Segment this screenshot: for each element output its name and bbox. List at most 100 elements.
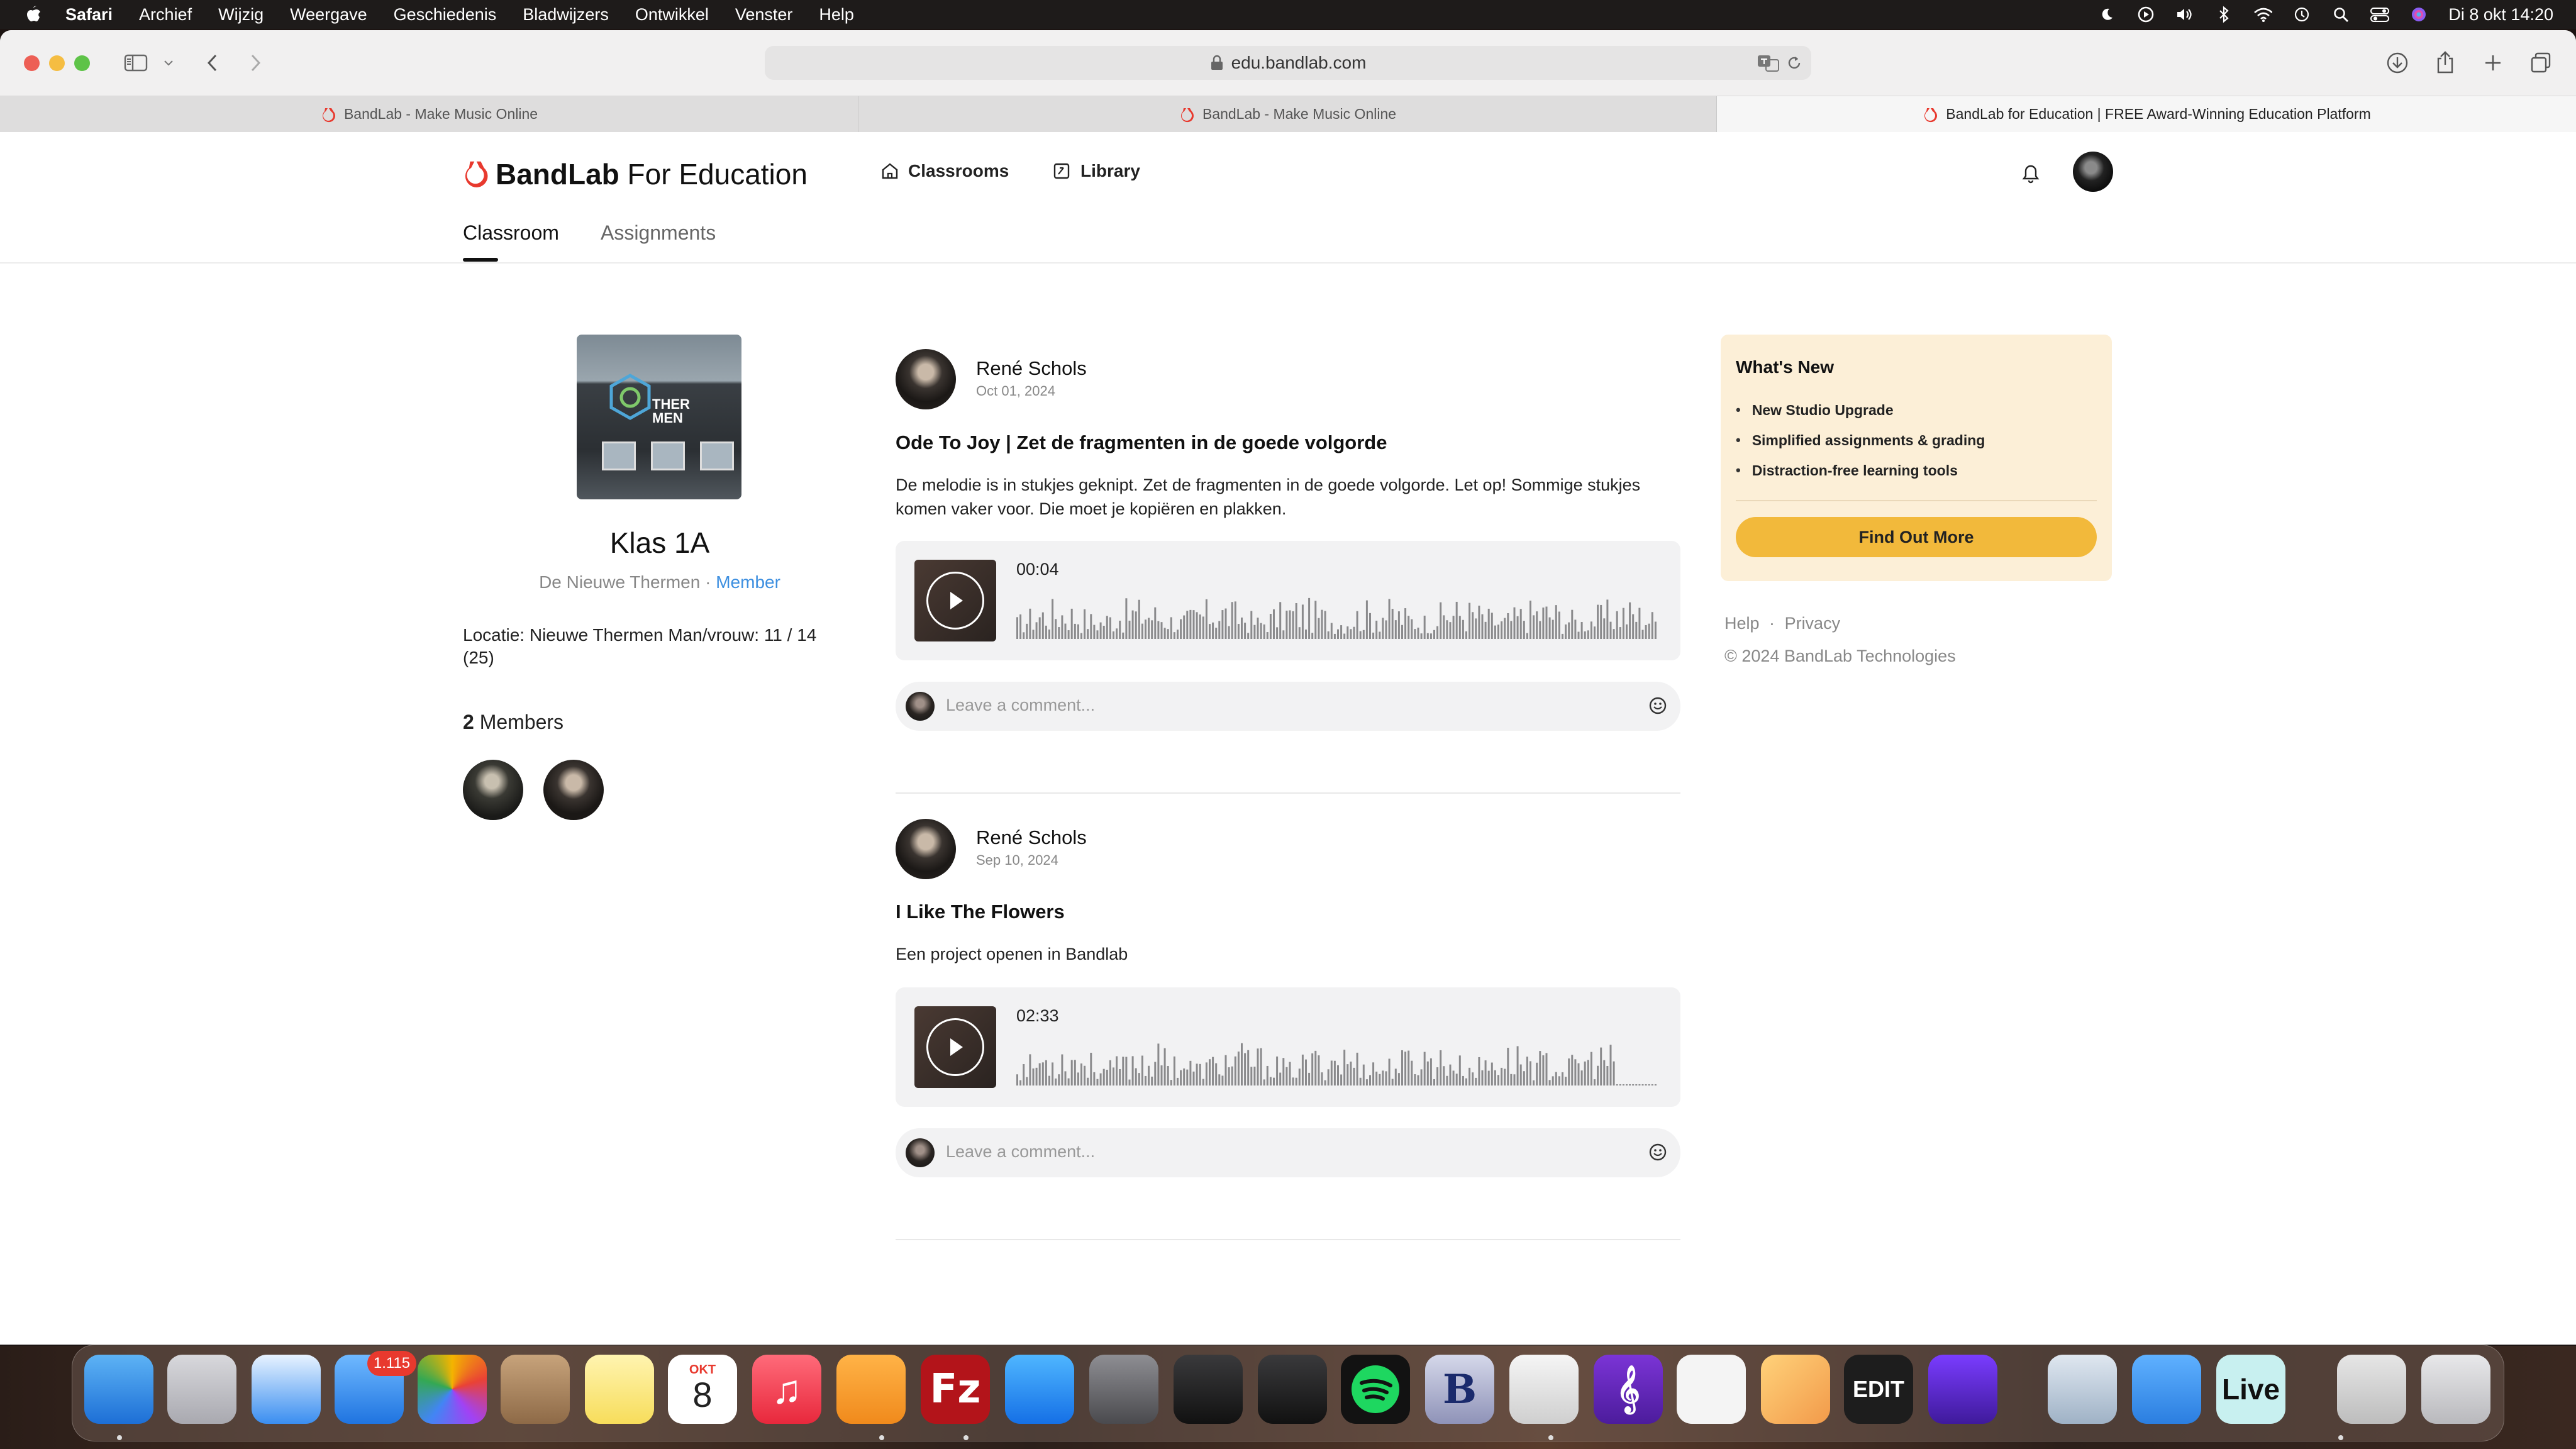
back-icon[interactable]: [200, 52, 225, 74]
menu-archief[interactable]: Archief: [139, 5, 192, 25]
preview-icon[interactable]: [2048, 1355, 2117, 1424]
minimize-window-button[interactable]: [49, 55, 65, 71]
tab-bandlab-education[interactable]: BandLab for Education | FREE Award-Winni…: [1717, 96, 2576, 132]
reload-icon[interactable]: [1786, 55, 1802, 75]
bbedit-icon[interactable]: B: [1425, 1355, 1494, 1424]
filezilla-icon[interactable]: Fz: [921, 1355, 990, 1424]
comment-input[interactable]: Leave a comment...: [896, 1128, 1680, 1177]
menu-help[interactable]: Help: [819, 5, 854, 25]
menu-geschiedenis[interactable]: Geschiedenis: [394, 5, 497, 25]
system-settings-icon[interactable]: [1089, 1355, 1158, 1424]
apple-menu-icon[interactable]: [24, 5, 43, 24]
textedit-icon[interactable]: [1509, 1355, 1579, 1424]
waveform-bar: [1113, 631, 1114, 639]
siri-icon[interactable]: [2409, 5, 2428, 24]
logic-pro-icon[interactable]: [1258, 1355, 1327, 1424]
waveform-bar: [1186, 1069, 1189, 1085]
share-icon[interactable]: [2433, 49, 2458, 75]
time-machine-icon[interactable]: [2292, 5, 2311, 24]
zoom-window-button[interactable]: [74, 55, 90, 71]
safari-icon[interactable]: [252, 1355, 321, 1424]
address-bar[interactable]: edu.bandlab.com: [765, 46, 1811, 80]
post-author-avatar[interactable]: [896, 819, 956, 879]
menubar-clock[interactable]: Di 8 okt 14:20: [2448, 5, 2553, 25]
trash-icon[interactable]: [2421, 1355, 2490, 1424]
nav-classrooms[interactable]: Classrooms: [880, 161, 1009, 181]
new-tab-icon[interactable]: [2480, 50, 2506, 75]
sidebar-toggle-icon[interactable]: [123, 52, 148, 74]
find-out-more-button[interactable]: Find Out More: [1736, 517, 2097, 557]
focus-moon-icon[interactable]: [2097, 5, 2116, 24]
notes-icon[interactable]: [585, 1355, 654, 1424]
post-title[interactable]: I Like The Flowers: [896, 901, 1065, 923]
play-button[interactable]: [926, 572, 984, 630]
app-helper-icon[interactable]: [1761, 1355, 1830, 1424]
pages-icon[interactable]: [836, 1355, 906, 1424]
emoji-icon[interactable]: [1648, 696, 1668, 719]
member-avatar[interactable]: [463, 760, 523, 820]
help-link[interactable]: Help: [1724, 614, 1760, 633]
tab-classroom[interactable]: Classroom: [463, 221, 559, 245]
app-store-icon[interactable]: [1005, 1355, 1074, 1424]
web-page: BandLab For Education Classrooms Library…: [0, 132, 2576, 1345]
photos-icon[interactable]: [418, 1355, 487, 1424]
tab-assignments[interactable]: Assignments: [601, 221, 716, 245]
waveform[interactable]: [1016, 1036, 1658, 1087]
comment-input[interactable]: Leave a comment...: [896, 682, 1680, 731]
waveform-bar: [1298, 1069, 1301, 1085]
menu-bladwijzers[interactable]: Bladwijzers: [523, 5, 609, 25]
member-avatar[interactable]: [543, 760, 604, 820]
spotify-icon[interactable]: [1341, 1355, 1410, 1424]
guitar-pro-icon[interactable]: [2132, 1355, 2201, 1424]
wifi-icon[interactable]: [2253, 5, 2273, 24]
post-author[interactable]: René Schols: [976, 357, 1087, 380]
post-author-avatar[interactable]: [896, 349, 956, 409]
waveform[interactable]: [1016, 590, 1658, 640]
menu-venster[interactable]: Venster: [735, 5, 793, 25]
volume-icon[interactable]: [2175, 5, 2194, 24]
privacy-link[interactable]: Privacy: [1785, 614, 1841, 633]
tab-bandlab-2[interactable]: BandLab - Make Music Online: [858, 96, 1717, 132]
now-playing-icon[interactable]: [2136, 5, 2155, 24]
musescore-icon[interactable]: 𝄞: [1594, 1355, 1663, 1424]
control-center-icon[interactable]: [2370, 5, 2390, 24]
notifications-bell-icon[interactable]: [2021, 164, 2040, 188]
downloads-icon[interactable]: [2385, 50, 2410, 75]
tab-overview-icon[interactable]: [2528, 50, 2553, 75]
bluetooth-icon[interactable]: [2214, 5, 2233, 24]
post-title[interactable]: Ode To Joy | Zet de fragmenten in de goe…: [896, 431, 1387, 454]
translate-icon[interactable]: [1757, 53, 1780, 77]
waveform-bar: [1651, 612, 1653, 639]
final-cut-icon[interactable]: [1174, 1355, 1243, 1424]
ableton-live-icon[interactable]: Live: [2216, 1355, 2285, 1424]
waveform-bar: [1029, 608, 1031, 639]
wavelab-icon[interactable]: [1677, 1355, 1746, 1424]
music-icon[interactable]: ♫: [752, 1355, 821, 1424]
launchpad-icon[interactable]: [167, 1355, 236, 1424]
calendar-icon[interactable]: OKT 8: [668, 1355, 737, 1424]
menu-safari[interactable]: Safari: [65, 5, 113, 25]
brand-main: BandLab: [496, 158, 619, 191]
user-avatar[interactable]: [2073, 152, 2113, 192]
play-button[interactable]: [926, 1018, 984, 1076]
music-folder-icon[interactable]: [2337, 1355, 2406, 1424]
affinity-icon[interactable]: [1928, 1355, 1997, 1424]
bandlab-education-logo[interactable]: BandLab For Education: [462, 157, 808, 191]
tab-bandlab-1[interactable]: BandLab - Make Music Online: [0, 96, 858, 132]
post-author[interactable]: René Schols: [976, 826, 1087, 849]
waveform-bar: [1558, 1076, 1560, 1085]
chevron-down-icon[interactable]: [162, 55, 175, 70]
contacts-icon[interactable]: [501, 1355, 570, 1424]
spotlight-search-icon[interactable]: [2331, 5, 2350, 24]
emoji-icon[interactable]: [1648, 1142, 1668, 1165]
x32-edit-icon[interactable]: EDIT: [1844, 1355, 1913, 1424]
nav-library[interactable]: Library: [1053, 161, 1140, 181]
close-window-button[interactable]: [24, 55, 40, 71]
waveform-bar: [1545, 606, 1548, 639]
menu-wijzig[interactable]: Wijzig: [218, 5, 264, 25]
menu-ontwikkel[interactable]: Ontwikkel: [635, 5, 709, 25]
menu-weergave[interactable]: Weergave: [290, 5, 367, 25]
waveform-bar: [1019, 1080, 1022, 1085]
forward-icon[interactable]: [243, 52, 268, 74]
finder-icon[interactable]: [84, 1355, 153, 1424]
